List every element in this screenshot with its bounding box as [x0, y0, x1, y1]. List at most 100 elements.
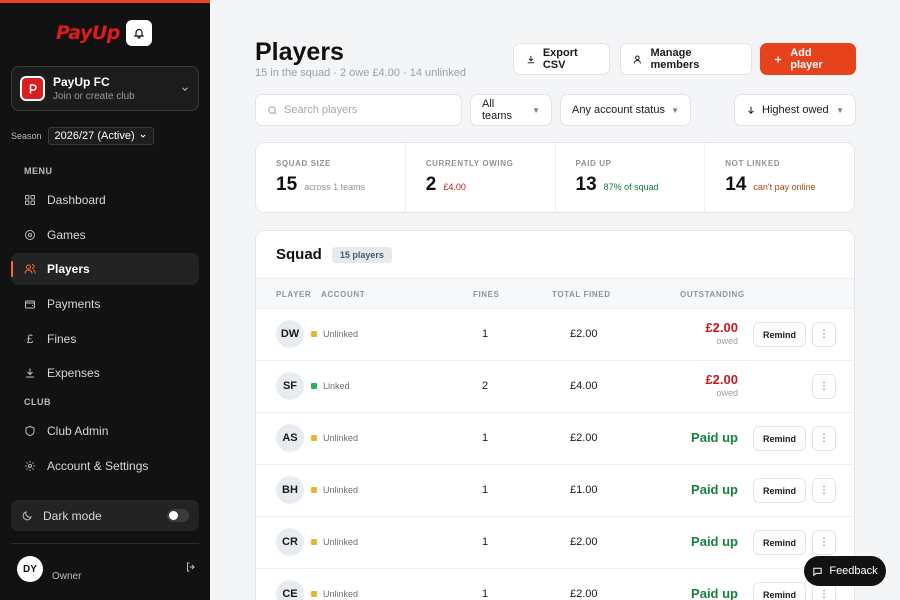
status-dot-icon	[311, 487, 317, 493]
stat-note: £4.00	[443, 182, 466, 192]
table-row[interactable]: DW Unlinked 1 £2.00 £2.00 owed Remind ⋮	[256, 309, 854, 361]
notifications-button[interactable]	[125, 20, 152, 46]
sort-select[interactable]: Highest owed ▼	[734, 94, 856, 126]
account-status-filter[interactable]: Any account status ▼	[560, 94, 691, 126]
avatar[interactable]: SF	[276, 372, 304, 400]
account-status: Unlinked	[311, 329, 358, 339]
user-row: DY Owner	[17, 556, 197, 582]
download-icon	[23, 366, 37, 380]
table-row[interactable]: AS Unlinked 1 £2.00 Paid up Remind ⋮	[256, 413, 854, 465]
stat-value: 15	[276, 174, 298, 195]
avatar[interactable]: DW	[276, 320, 304, 348]
paid-up-label: Paid up	[691, 482, 738, 497]
moon-icon	[21, 510, 33, 522]
teams-filter-value: All teams	[482, 98, 512, 122]
dark-mode-toggle[interactable]	[167, 509, 189, 522]
target-icon	[23, 228, 37, 242]
more-options-button[interactable]: ⋮	[812, 478, 836, 503]
squad-card: Squad 15 players PLAYER ACCOUNT FINES TO…	[255, 230, 855, 600]
sidebar-item-fines[interactable]: £ Fines	[11, 323, 199, 355]
payup-logo[interactable]: PayUp	[56, 22, 120, 44]
more-options-button[interactable]: ⋮	[812, 322, 836, 347]
table-row[interactable]: CR Unlinked 1 £2.00 Paid up Remind ⋮	[256, 517, 854, 569]
season-select[interactable]: 2026/27 (Active)	[47, 127, 154, 145]
kebab-icon: ⋮	[819, 589, 829, 600]
status-dot-icon	[311, 539, 317, 545]
sidebar-item-label: Payments	[47, 297, 101, 311]
stat-label: NOT LINKED	[725, 159, 781, 168]
fines-count: 1	[482, 484, 489, 496]
account-status-label: Unlinked	[323, 537, 359, 547]
avatar[interactable]: BH	[276, 476, 304, 504]
remind-button[interactable]: Remind	[753, 530, 806, 555]
avatar[interactable]: CR	[276, 528, 304, 556]
table-row[interactable]: BH Unlinked 1 £1.00 Paid up Remind ⋮	[256, 465, 854, 517]
paid-up-label: Paid up	[691, 430, 738, 445]
owed-label: owed	[716, 336, 738, 346]
account-status: Unlinked	[311, 537, 358, 547]
col-total-fined[interactable]: TOTAL FINED	[552, 290, 611, 299]
add-player-button[interactable]: Add player	[760, 43, 856, 75]
sidebar-item-games[interactable]: Games	[11, 219, 199, 251]
club-section-label: CLUB	[24, 397, 51, 407]
teams-filter[interactable]: All teams ▼	[470, 94, 552, 126]
more-options-button[interactable]: ⋮	[812, 426, 836, 451]
stat-label: CURRENTLY OWING	[425, 159, 514, 168]
account-status-label: Unlinked	[323, 589, 359, 599]
season-value: 2026/27 (Active)	[54, 130, 135, 142]
col-outstanding[interactable]: OUTSTANDING	[680, 290, 745, 299]
sidebar: PayUp PayUp FC Join or create club Seaso…	[0, 0, 210, 600]
dark-mode-row[interactable]: Dark mode	[11, 500, 199, 531]
sidebar-item-dashboard[interactable]: Dashboard	[11, 184, 199, 216]
avatar[interactable]: DY	[17, 556, 43, 582]
sidebar-item-account-settings[interactable]: Account & Settings	[11, 450, 199, 482]
more-options-button[interactable]: ⋮	[812, 530, 836, 555]
logout-icon	[187, 562, 195, 572]
remind-button[interactable]: Remind	[753, 426, 806, 451]
col-account[interactable]: ACCOUNT	[321, 290, 365, 299]
sort-value: Highest owed	[762, 104, 829, 116]
total-fined: £1.00	[570, 484, 598, 496]
logo-row: PayUp	[56, 20, 152, 46]
add-player-label: Add player	[790, 47, 823, 71]
stat-label: PAID UP	[575, 159, 612, 168]
more-options-button[interactable]: ⋮	[812, 374, 836, 399]
kebab-icon: ⋮	[819, 485, 829, 496]
total-fined: £2.00	[570, 536, 598, 548]
logout-button[interactable]	[185, 560, 197, 578]
sidebar-item-players[interactable]: Players	[11, 253, 199, 285]
remind-button[interactable]: Remind	[753, 478, 806, 503]
chevron-down-icon: ▼	[836, 105, 844, 115]
account-status-label: Linked	[323, 381, 350, 391]
user-role: Owner	[52, 570, 82, 582]
sidebar-item-label: Dashboard	[47, 193, 106, 207]
sidebar-divider	[11, 543, 199, 544]
club-switcher[interactable]: PayUp FC Join or create club	[11, 66, 199, 111]
squad-title: Squad	[276, 246, 322, 263]
stat-not-linked: NOT LINKED 14 can't pay online	[705, 143, 854, 212]
remind-button[interactable]: Remind	[753, 582, 806, 600]
remind-button[interactable]: Remind	[753, 322, 806, 347]
table-row[interactable]: SF Linked 2 £4.00 £2.00 owed ⋮	[256, 361, 854, 413]
table-row[interactable]: CE Unlinked 1 £2.00 Paid up Remind ⋮	[256, 569, 854, 600]
download-icon	[527, 55, 535, 63]
status-dot-icon	[311, 331, 317, 337]
export-csv-button[interactable]: Export CSV	[513, 43, 610, 75]
sidebar-item-expenses[interactable]: Expenses	[11, 357, 199, 389]
col-fines[interactable]: FINES	[473, 290, 500, 299]
stat-value: 14	[725, 174, 747, 195]
avatar[interactable]: CE	[276, 580, 304, 600]
search-placeholder: Search players	[284, 104, 358, 116]
sidebar-item-label: Club Admin	[47, 424, 109, 438]
col-player[interactable]: PLAYER	[276, 290, 311, 299]
feedback-button[interactable]: Feedback	[804, 556, 886, 586]
kebab-icon: ⋮	[819, 381, 829, 392]
manage-members-button[interactable]: Manage members	[620, 43, 752, 75]
fines-count: 1	[482, 432, 489, 444]
grid-icon	[23, 193, 37, 207]
stat-label: SQUAD SIZE	[276, 159, 331, 168]
avatar[interactable]: AS	[276, 424, 304, 452]
sidebar-item-club-admin[interactable]: Club Admin	[11, 415, 199, 447]
sidebar-item-payments[interactable]: Payments	[11, 288, 199, 320]
search-input[interactable]: Search players	[255, 94, 462, 126]
